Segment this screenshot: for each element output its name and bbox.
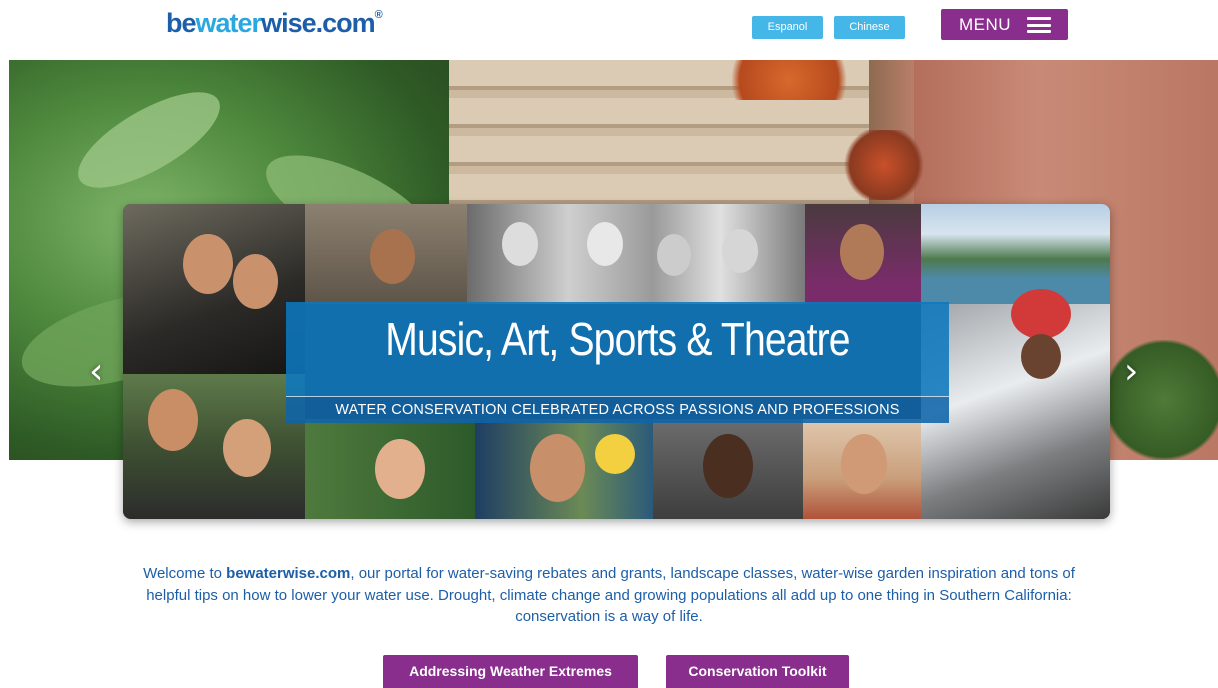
photo-cyclist <box>921 289 1110 519</box>
carousel-next-icon[interactable]: › <box>1124 352 1138 392</box>
menu-button[interactable]: MENU <box>941 9 1068 40</box>
photo-woman-smiling <box>803 419 921 519</box>
conservation-toolkit-button[interactable]: Conservation Toolkit <box>666 655 849 688</box>
photo-two-women <box>123 374 305 519</box>
carousel-prev-icon[interactable]: ‹ <box>89 352 103 392</box>
chinese-button[interactable]: Chinese <box>834 16 905 39</box>
espanol-button[interactable]: Espanol <box>752 16 823 39</box>
photo-girl-collage <box>305 419 475 519</box>
slide-title-box: Music, Art, Sports & Theatre <box>286 302 949 396</box>
photo-woman-curly <box>805 204 921 304</box>
slide-subtitle: WATER CONSERVATION CELEBRATED ACROSS PAS… <box>335 402 900 418</box>
photo-man-flowers <box>475 419 653 519</box>
carousel-slide[interactable]: Music, Art, Sports & Theatre WATER CONSE… <box>123 204 1110 519</box>
intro-lead: Welcome to <box>143 565 227 582</box>
menu-label: MENU <box>959 15 1012 34</box>
photo-soccer-players <box>123 204 305 374</box>
photo-lake-landscape <box>921 204 1110 304</box>
photo-woman-portrait <box>653 419 803 519</box>
hamburger-icon <box>1027 17 1051 33</box>
site-logo[interactable]: bewaterwise.com® <box>166 8 383 39</box>
site-header: bewaterwise.com® Espanol Chinese MENU <box>0 0 1218 60</box>
orange-flowers <box>709 60 869 100</box>
photo-man-cap <box>305 204 467 304</box>
intro-text: Welcome to bewaterwise.com, our portal f… <box>120 563 1098 628</box>
weather-extremes-button[interactable]: Addressing Weather Extremes <box>383 655 638 688</box>
red-plants <box>839 130 929 200</box>
slide-title: Music, Art, Sports & Theatre <box>385 313 850 365</box>
intro-site-name: bewaterwise.com <box>226 565 351 582</box>
slide-subtitle-box: WATER CONSERVATION CELEBRATED ACROSS PAS… <box>286 396 949 423</box>
photo-vintage-group <box>467 204 805 304</box>
